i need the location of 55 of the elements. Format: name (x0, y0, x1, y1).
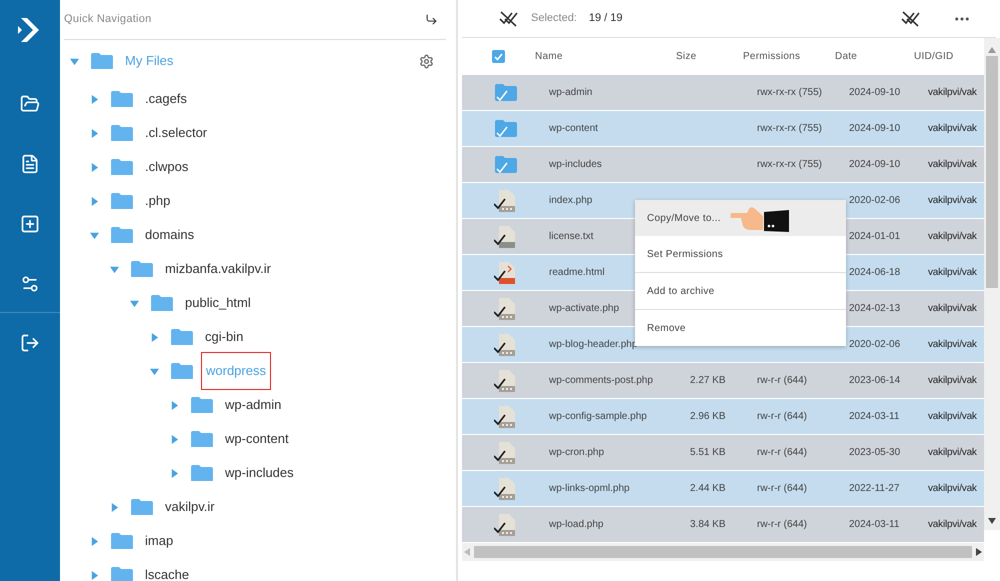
file-name: license.txt (549, 231, 594, 242)
file-owner: vakilpvi/vak (928, 303, 977, 314)
file-size: 2.27 KB (690, 375, 726, 386)
file-name: wp-cron.php (549, 447, 604, 458)
file-name: wp-load.php (549, 519, 604, 530)
file-size: 2.96 KB (690, 411, 726, 422)
file-permissions: rwx-rx-rx (755) (757, 123, 822, 134)
file-permissions: rwx-rx-rx (755) (757, 159, 822, 170)
file-name: readme.html (549, 267, 605, 278)
file-date: 2024-06-18 (849, 267, 900, 278)
file-date: 2024-03-11 (849, 411, 900, 422)
file-owner: vakilpvi/vak (928, 411, 977, 422)
file-date: 2024-03-11 (849, 519, 900, 530)
file-name: wp-includes (549, 159, 602, 170)
file-permissions: rw-r-r (644) (757, 519, 807, 530)
file-date: 2024-09-10 (849, 87, 900, 98)
file-name: wp-admin (549, 87, 592, 98)
file-name: wp-blog-header.php (549, 339, 638, 350)
file-owner: vakilpvi/vak (928, 87, 977, 98)
file-date: 2020-02-06 (849, 195, 900, 206)
file-permissions: rw-r-r (644) (757, 375, 807, 386)
file-owner: vakilpvi/vak (928, 339, 977, 350)
file-owner: vakilpvi/vak (928, 267, 977, 278)
file-date: 2024-01-01 (849, 231, 900, 242)
file-permissions: rw-r-r (644) (757, 447, 807, 458)
file-size: 3.84 KB (690, 519, 726, 530)
file-permissions: rw-r-r (644) (757, 411, 807, 422)
file-date: 2024-09-10 (849, 123, 900, 134)
file-owner: vakilpvi/vak (928, 231, 977, 242)
panel-title: Quick Navigation (64, 12, 152, 28)
file-owner: vakilpvi/vak (928, 159, 977, 170)
selected-count: 19 / 19 (588, 11, 624, 26)
file-owner: vakilpvi/vak (928, 375, 977, 386)
file-date: 2023-06-14 (849, 375, 900, 386)
file-owner: vakilpvi/vak (928, 123, 977, 134)
file-name: index.php (549, 195, 592, 206)
file-date: 2020-02-06 (849, 339, 900, 350)
file-permissions: rw-r-r (644) (757, 483, 807, 494)
file-date: 2024-02-13 (849, 303, 900, 314)
file-size: 5.51 KB (690, 447, 726, 458)
file-date: 2022-11-27 (849, 483, 900, 494)
file-name: wp-config-sample.php (549, 411, 647, 422)
file-owner: vakilpvi/vak (928, 483, 977, 494)
file-permissions: rwx-rx-rx (755) (757, 87, 822, 98)
file-name: wp-comments-post.php (549, 375, 653, 386)
file-owner: vakilpvi/vak (928, 519, 977, 530)
file-owner: vakilpvi/vak (928, 447, 977, 458)
file-date: 2024-09-10 (849, 159, 900, 170)
file-name: wp-links-opml.php (549, 483, 630, 494)
file-date: 2023-05-30 (849, 447, 900, 458)
file-name: wp-content (549, 123, 598, 134)
file-size: 2.44 KB (690, 483, 726, 494)
file-owner: vakilpvi/vak (928, 195, 977, 206)
file-name: wp-activate.php (549, 303, 620, 314)
selected-label: Selected: (531, 11, 577, 26)
